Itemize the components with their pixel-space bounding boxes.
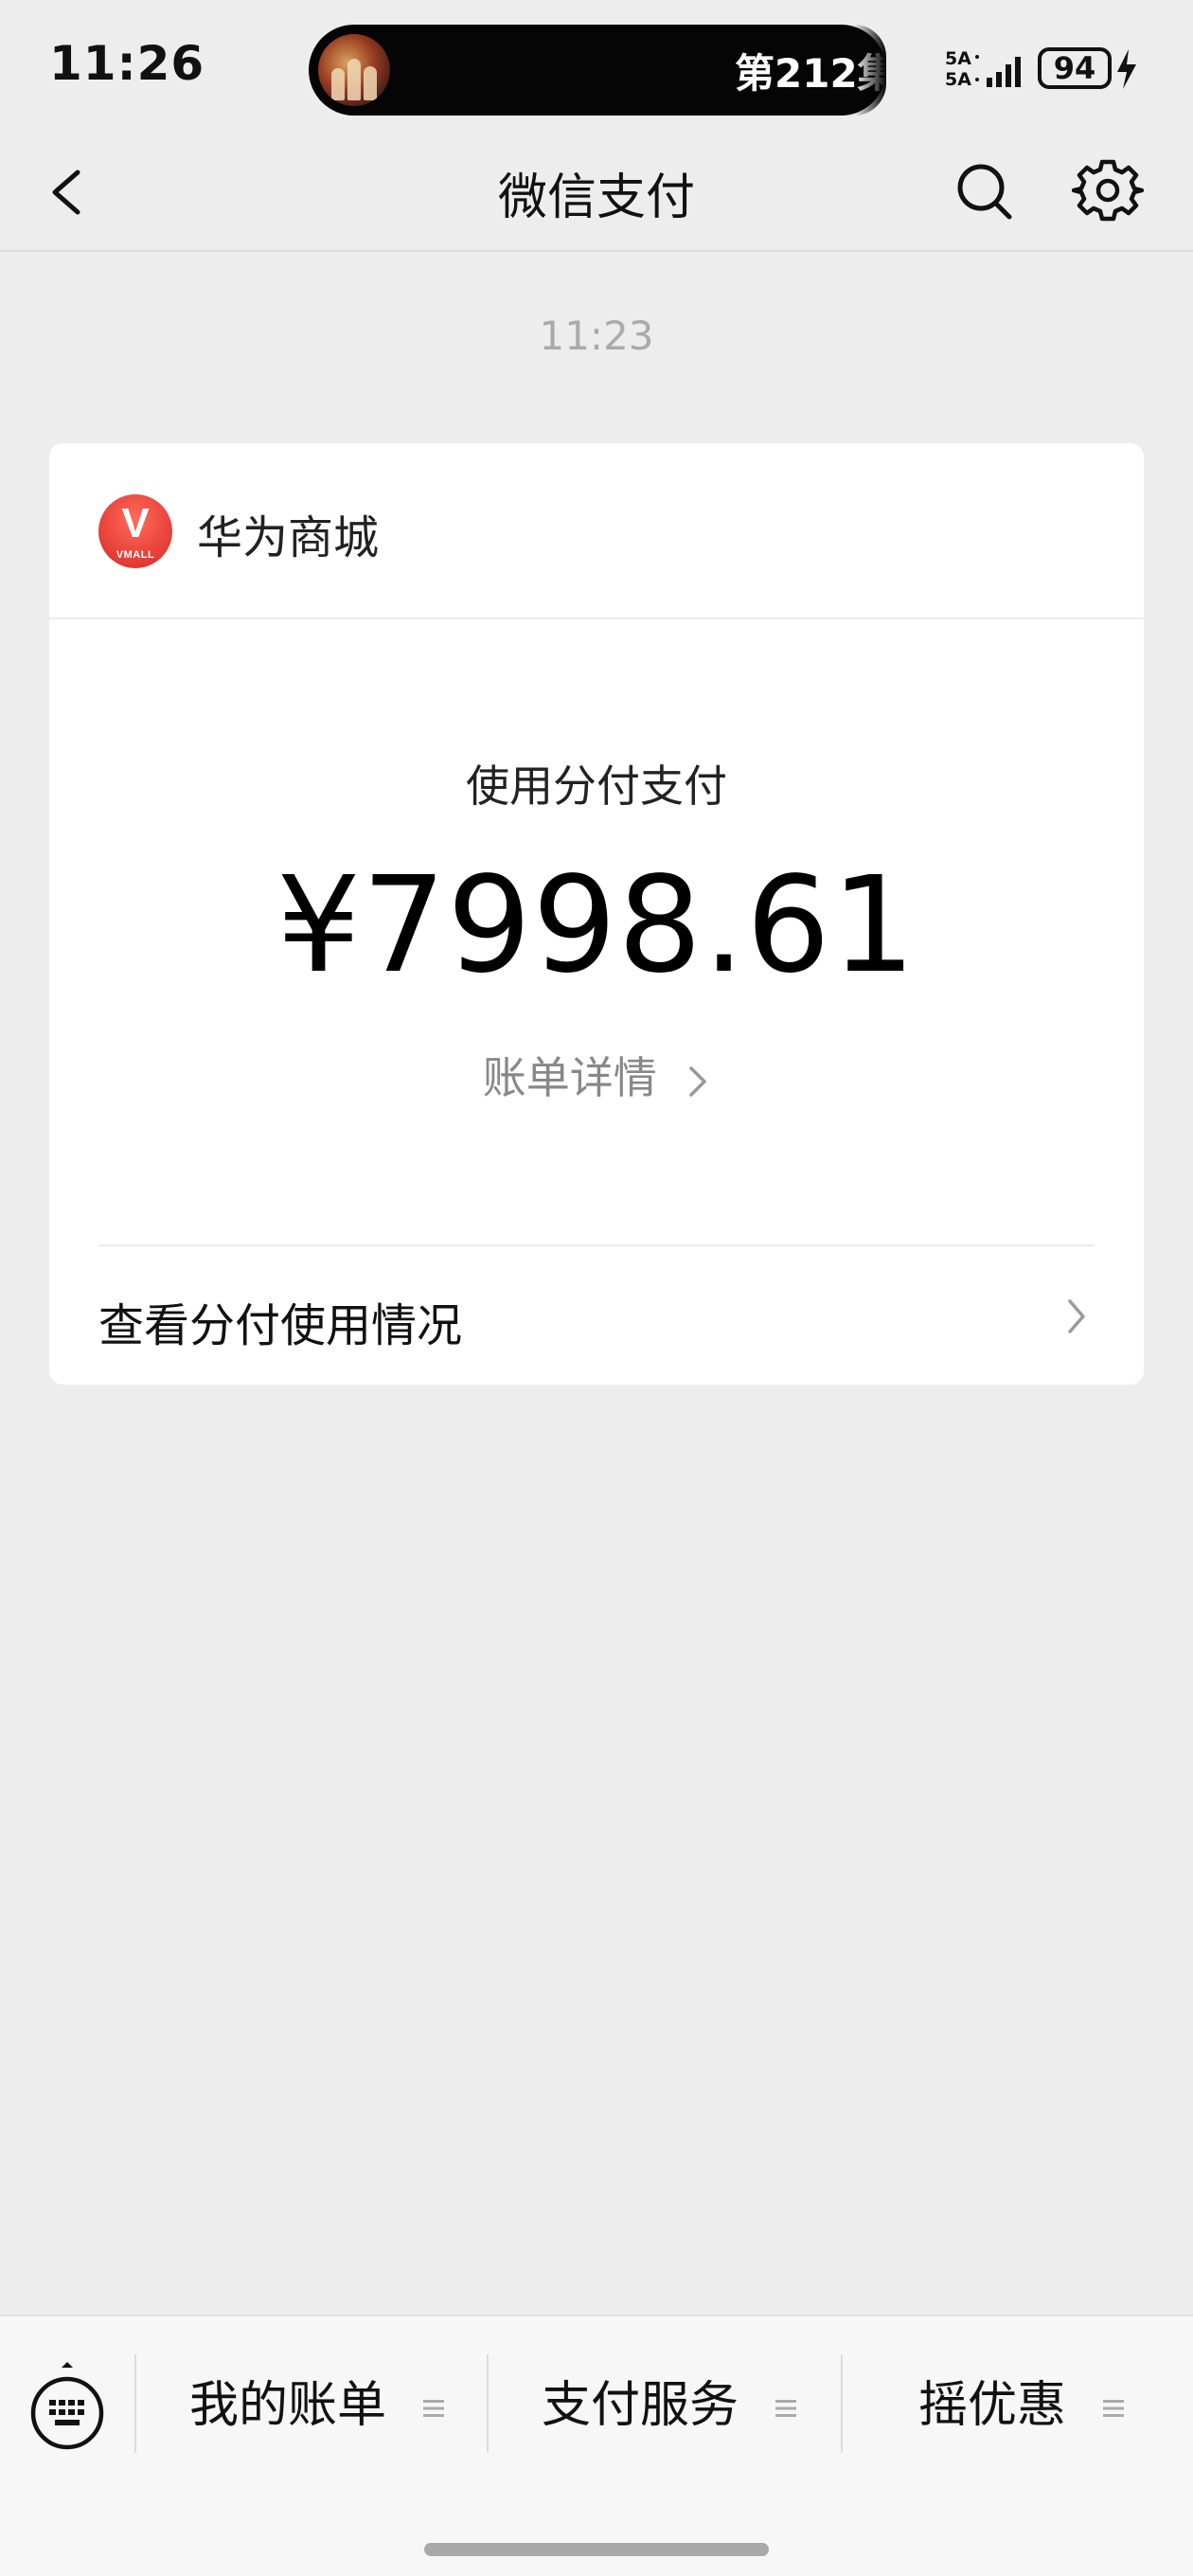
chevron-right-icon [689, 1065, 707, 1097]
menu-my-bills[interactable]: 我的账单 [189, 2358, 444, 2453]
status-time: 11:26 [49, 36, 205, 91]
status-bar: 11:26 第212集 5A 5A 94 [0, 0, 1193, 133]
payment-amount: ¥7998.61 [276, 849, 917, 1003]
bottom-menu-bar: 我的账单 支付服务 摇优惠 [0, 2315, 1193, 2576]
cellular-signal-icon: 5A 5A [945, 49, 1026, 91]
menu-payment-services-label: 支付服务 [542, 2377, 739, 2434]
bill-details-link[interactable]: 账单详情 [49, 1044, 1144, 1106]
message-timestamp: 11:23 [539, 313, 654, 359]
merchant-header[interactable]: V VMALL 华为商城 [49, 443, 1144, 619]
dynamic-island-media[interactable]: 第212集 [309, 25, 886, 116]
vmall-logo: V VMALL [98, 494, 172, 568]
nav-bar: 微信支付 [0, 133, 1193, 252]
menu-separator [134, 2354, 136, 2453]
menu-shake-deals[interactable]: 摇优惠 [918, 2358, 1124, 2453]
bill-details-label: 账单详情 [482, 1052, 657, 1103]
submenu-lines-icon [775, 2400, 796, 2417]
keyboard-icon[interactable] [28, 2356, 106, 2455]
chevron-right-icon [1068, 1299, 1085, 1333]
home-indicator[interactable] [424, 2543, 769, 2556]
submenu-lines-icon [422, 2400, 444, 2417]
media-thumbnail [318, 34, 390, 106]
merchant-name: 华为商城 [197, 511, 380, 564]
view-usage-label: 查看分付使用情况 [98, 1299, 463, 1352]
menu-separator [487, 2354, 489, 2453]
wechat-pay-page: 11:26 第212集 5A 5A 94 微信支付 11:23 V VMALL … [0, 0, 1193, 2576]
menu-shake-deals-label: 摇优惠 [918, 2377, 1067, 2434]
payment-notification-card: V VMALL 华为商城 使用分付支付 ¥7998.61 账单详情 查看分付使用… [49, 443, 1144, 1385]
gear-icon[interactable] [1072, 152, 1144, 229]
battery-icon: 94 [1038, 47, 1112, 89]
battery-level: 94 [1053, 50, 1096, 86]
search-icon[interactable] [951, 152, 1019, 229]
payment-method-label: 使用分付支付 [466, 760, 727, 812]
view-usage-row[interactable]: 查看分付使用情况 [49, 1246, 1144, 1385]
menu-my-bills-label: 我的账单 [189, 2377, 387, 2434]
menu-separator [841, 2354, 843, 2453]
submenu-lines-icon [1102, 2400, 1124, 2417]
charging-bolt-icon [1117, 49, 1136, 89]
menu-payment-services[interactable]: 支付服务 [542, 2358, 796, 2453]
